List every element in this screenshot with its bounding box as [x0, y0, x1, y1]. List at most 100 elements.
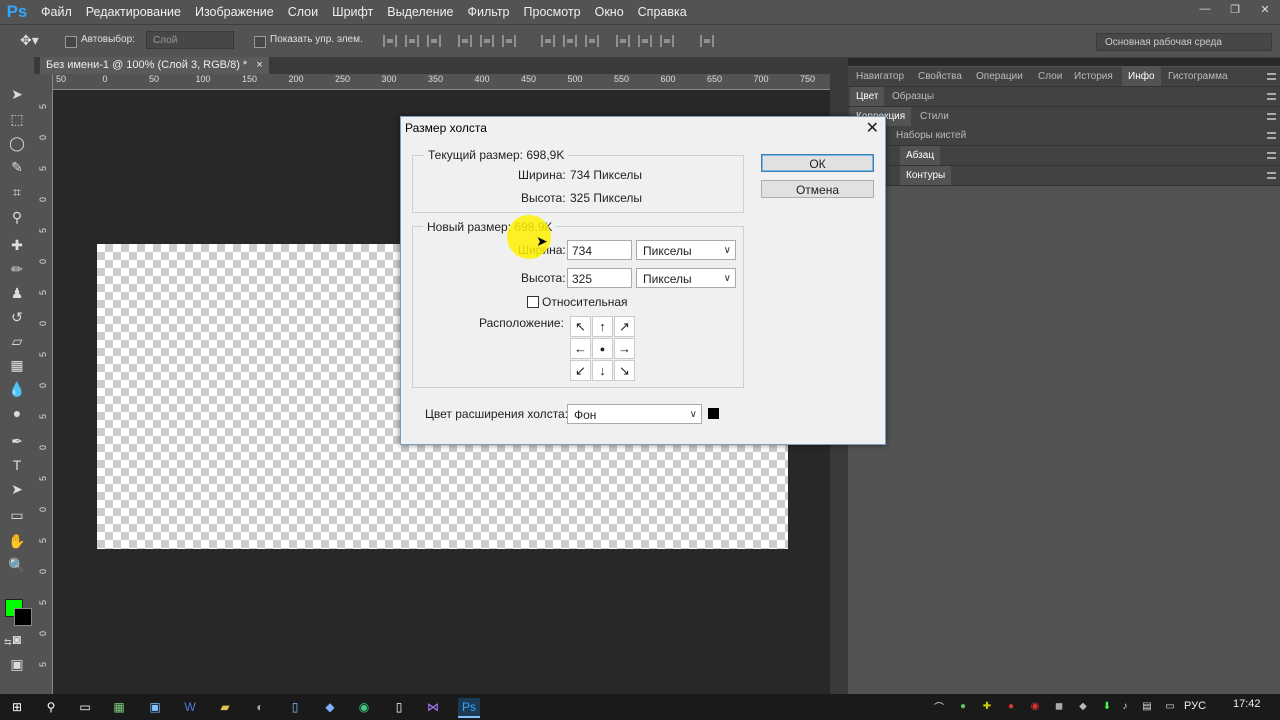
notifications-icon[interactable]: ▤ [1140, 699, 1154, 713]
document-icon[interactable]: ▯ [390, 698, 408, 716]
menu-help[interactable]: Справка [631, 0, 694, 24]
document-tab-close-icon[interactable]: × [256, 59, 262, 71]
menu-image[interactable]: Изображение [188, 0, 281, 24]
photoshop-taskbar-icon[interactable]: Ps [458, 698, 480, 718]
autoselect-checkbox[interactable] [65, 36, 77, 48]
menu-window[interactable]: Окно [588, 0, 631, 24]
minimize-button[interactable]: — [1190, 0, 1220, 18]
tab-info[interactable]: Инфо [1122, 67, 1161, 86]
distribute-right-icon[interactable] [660, 35, 674, 47]
background-color-swatch[interactable] [14, 608, 32, 626]
menu-layers[interactable]: Слои [281, 0, 325, 24]
menu-type[interactable]: Шрифт [325, 0, 380, 24]
height-unit-select[interactable]: Пикселы ∨ [636, 268, 736, 288]
eyedropper-tool-icon[interactable]: ⚲ [7, 207, 27, 227]
tab-histogram[interactable]: Гистограмма [1162, 67, 1234, 86]
file-explorer-icon[interactable]: ▰ [216, 698, 234, 716]
panel-menu-icon[interactable] [1267, 152, 1276, 159]
language-indicator[interactable]: РУС [1184, 700, 1206, 712]
menu-filter[interactable]: Фильтр [461, 0, 517, 24]
marquee-tool-icon[interactable]: ⬚ [7, 109, 27, 129]
anchor-bottom-left[interactable]: ↙ [570, 360, 591, 381]
width-unit-select[interactable]: Пикселы ∨ [636, 240, 736, 260]
gradient-tool-icon[interactable]: ▦ [7, 355, 27, 375]
distribute-hcenter-icon[interactable] [638, 35, 652, 47]
tab-styles[interactable]: Стили [914, 107, 955, 126]
extension-color-select[interactable]: Фон ∨ [567, 404, 702, 424]
distribute-vcenter-icon[interactable] [563, 35, 577, 47]
anchor-right[interactable]: → [614, 338, 635, 359]
quick-mask-icon[interactable]: ◙ [7, 629, 27, 649]
path-select-tool-icon[interactable]: ➤ [7, 479, 27, 499]
tab-properties[interactable]: Свойства [912, 67, 968, 86]
visual-studio-icon[interactable]: ⋈ [424, 698, 442, 716]
tab-layers[interactable]: Слои [1032, 67, 1068, 86]
panel-menu-icon[interactable] [1267, 93, 1276, 100]
tray-app-icon[interactable]: ● [956, 699, 970, 713]
tray-app-icon[interactable]: ◆ [1076, 699, 1090, 713]
screen-mode-icon[interactable]: ▣ [7, 654, 27, 674]
brush-tool-icon[interactable]: ✏ [7, 259, 27, 279]
panel-menu-icon[interactable] [1267, 73, 1276, 80]
align-right-icon[interactable] [502, 35, 516, 47]
windows-start-icon[interactable]: ⊞ [8, 698, 26, 716]
panel-menu-icon[interactable] [1267, 113, 1276, 120]
tray-app-icon[interactable]: ◼ [1052, 699, 1066, 713]
pen-tool-icon[interactable]: ✒ [7, 431, 27, 451]
show-transform-checkbox[interactable] [254, 36, 266, 48]
width-input[interactable]: 734 [567, 240, 632, 260]
move-tool-icon[interactable]: ➤ [7, 84, 27, 104]
clock[interactable]: 17:42 [1233, 698, 1261, 710]
anchor-bottom-right[interactable]: ↘ [614, 360, 635, 381]
type-tool-icon[interactable]: T [7, 455, 27, 475]
distribute-top-icon[interactable] [541, 35, 555, 47]
tab-navigator[interactable]: Навигатор [850, 67, 910, 86]
anchor-top-left[interactable]: ↖ [570, 316, 591, 337]
tray-app-icon[interactable]: ● [1004, 699, 1018, 713]
close-window-button[interactable]: ✕ [1250, 0, 1280, 18]
anchor-top-right[interactable]: ↗ [614, 316, 635, 337]
menu-view[interactable]: Просмотр [517, 0, 588, 24]
extension-color-swatch[interactable] [708, 408, 719, 419]
search-icon[interactable]: ⚲ [42, 698, 60, 716]
blur-tool-icon[interactable]: 💧 [7, 379, 27, 399]
battery-icon[interactable]: ▭ [1163, 699, 1177, 713]
document-tab[interactable]: Без имени-1 @ 100% (Слой 3, RGB/8) * × [40, 57, 269, 74]
app-icon[interactable]: ◆ [321, 698, 339, 716]
volume-icon[interactable]: ♪ [1118, 699, 1132, 713]
tab-color[interactable]: Цвет [850, 87, 885, 106]
rectangle-tool-icon[interactable]: ▭ [7, 505, 27, 525]
height-input[interactable]: 325 [567, 268, 632, 288]
align-left-icon[interactable] [458, 35, 472, 47]
lasso-tool-icon[interactable]: ◯ [7, 133, 27, 153]
panel-menu-icon[interactable] [1267, 172, 1276, 179]
autoselect-select[interactable]: Слой [146, 31, 234, 49]
crop-tool-icon[interactable]: ⌗ [7, 182, 27, 202]
app-icon[interactable]: ◉ [355, 698, 373, 716]
tab-history[interactable]: История [1068, 67, 1119, 86]
panel-menu-icon[interactable] [1267, 132, 1276, 139]
tab-swatches[interactable]: Образцы [886, 87, 940, 106]
tab-brush-presets[interactable]: Наборы кистей [890, 126, 972, 145]
workspace-select[interactable]: Основная рабочая среда [1096, 33, 1272, 51]
auto-align-icon[interactable] [700, 35, 714, 47]
network-icon[interactable]: ⌒ [932, 699, 946, 714]
distribute-left-icon[interactable] [616, 35, 630, 47]
move-tool-preset-icon[interactable]: ✥▾ [20, 32, 39, 49]
task-view-icon[interactable]: ▭ [76, 698, 94, 716]
anchor-top[interactable]: ↑ [592, 316, 613, 337]
tray-app-icon[interactable]: ◉ [1028, 699, 1042, 713]
history-brush-tool-icon[interactable]: ↺ [7, 307, 27, 327]
horizontal-ruler[interactable]: 50 0 50 100 150 200 250 300 350 400 450 500 550 600 65… [52, 74, 830, 90]
healing-brush-tool-icon[interactable]: ✚ [7, 235, 27, 255]
quick-select-tool-icon[interactable]: ✎ [7, 157, 27, 177]
clone-stamp-tool-icon[interactable]: ♟ [7, 283, 27, 303]
app-icon[interactable]: ▣ [146, 698, 164, 716]
dialog-close-icon[interactable]: ✕ [866, 118, 879, 138]
eraser-tool-icon[interactable]: ▱ [7, 331, 27, 351]
tab-paths[interactable]: Контуры [900, 166, 952, 185]
relative-checkbox[interactable] [527, 296, 539, 308]
align-top-icon[interactable] [383, 35, 397, 47]
app-icon[interactable]: ◐ [251, 698, 269, 716]
ok-button[interactable]: ОК [761, 154, 874, 172]
